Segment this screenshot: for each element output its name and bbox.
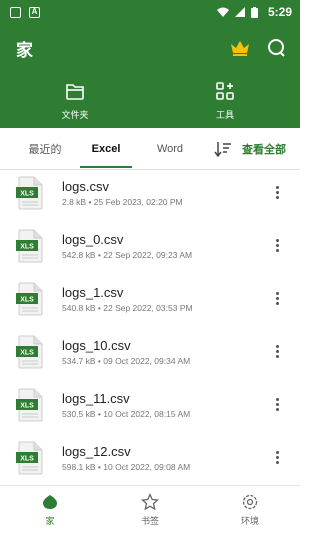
settings-icon <box>242 494 258 509</box>
page-title: 家 <box>16 40 33 60</box>
signal-icon <box>234 7 245 17</box>
xls-file-icon: XLS <box>16 282 43 315</box>
bottom-nav: 家 书签 环境 <box>0 485 300 533</box>
file-icon-label: XLS <box>20 349 34 356</box>
list-item[interactable]: XLS logs.csv 2.8 kB • 25 Feb 2023, 02:20… <box>0 166 300 219</box>
battery-icon <box>250 6 258 18</box>
sort-button[interactable] <box>210 141 236 157</box>
more-options-icon[interactable] <box>272 186 282 199</box>
sort-icon <box>214 141 231 157</box>
list-item[interactable]: XLS logs_0.csv 542.8 kB • 22 Sep 2022, 0… <box>0 219 300 272</box>
list-item[interactable]: XLS logs_1.csv 540.8 kB • 22 Sep 2022, 0… <box>0 272 300 325</box>
file-icon-label: XLS <box>20 455 34 462</box>
header-nav-label: 文件夹 <box>61 110 89 120</box>
status-time: 5:29 <box>267 5 292 19</box>
bottom-nav-home[interactable]: 家 <box>0 486 100 533</box>
xls-file-icon: XLS <box>16 335 43 368</box>
wifi-icon <box>216 7 229 17</box>
more-options-icon[interactable] <box>272 239 282 252</box>
more-options-icon[interactable] <box>272 345 282 358</box>
app-header: A 5:29 家 文件夹 工具 <box>0 0 300 128</box>
home-icon <box>43 494 57 509</box>
status-bar: A 5:29 <box>0 0 300 24</box>
more-options-icon[interactable] <box>272 451 282 464</box>
file-meta: 540.8 kB • 22 Sep 2022, 03:53 PM <box>62 302 193 313</box>
xls-file-icon: XLS <box>16 176 43 209</box>
tab-word[interactable]: Word <box>140 131 200 167</box>
bottom-nav-bookmarks[interactable]: 书签 <box>100 486 200 533</box>
premium-crown-icon[interactable] <box>230 40 250 56</box>
file-meta: 542.8 kB • 22 Sep 2022, 09:23 AM <box>62 249 193 260</box>
file-meta: 534.7 kB • 09 Oct 2022, 09:34 AM <box>62 355 191 366</box>
a-notification-icon: A <box>29 6 40 18</box>
header-nav-label: 工具 <box>215 110 234 120</box>
list-item[interactable]: XLS logs_12.csv 598.1 kB • 10 Oct 2022, … <box>0 431 300 484</box>
xls-file-icon: XLS <box>16 441 43 474</box>
file-icon-label: XLS <box>20 402 34 409</box>
header-nav-tools[interactable]: 工具 <box>150 80 300 121</box>
tools-icon <box>216 82 234 100</box>
file-meta: 598.1 kB • 10 Oct 2022, 09:08 AM <box>62 461 191 472</box>
more-options-icon[interactable] <box>272 292 282 305</box>
search-icon[interactable] <box>266 38 286 58</box>
bottom-nav-label: 环境 <box>240 515 259 526</box>
file-list: XLS logs.csv 2.8 kB • 25 Feb 2023, 02:20… <box>0 166 300 484</box>
file-name: logs_11.csv <box>62 390 130 406</box>
star-icon <box>141 492 159 510</box>
file-name: logs_1.csv <box>62 284 124 300</box>
bottom-nav-label: 书签 <box>140 515 159 526</box>
file-type-tabs: 最近的 Excel Word 查看全部 <box>0 128 300 170</box>
bottom-nav-settings[interactable]: 环境 <box>200 486 300 533</box>
file-icon-label: XLS <box>20 296 34 303</box>
xls-file-icon: XLS <box>16 229 43 262</box>
file-name: logs_0.csv <box>62 231 124 247</box>
file-name: logs_12.csv <box>62 443 131 459</box>
file-icon-label: XLS <box>20 190 34 197</box>
more-options-icon[interactable] <box>272 398 282 411</box>
file-meta: 530.5 kB • 10 Oct 2022, 08:15 AM <box>62 408 191 419</box>
tab-recent[interactable]: 最近的 <box>14 129 76 169</box>
view-all-link[interactable]: 查看全部 <box>242 141 286 157</box>
list-item[interactable]: XLS logs_10.csv 534.7 kB • 09 Oct 2022, … <box>0 325 300 378</box>
file-meta: 2.8 kB • 25 Feb 2023, 02:20 PM <box>62 196 183 207</box>
file-icon-label: XLS <box>20 243 34 250</box>
gallery-notification-icon <box>10 6 21 18</box>
file-name: logs_10.csv <box>62 337 131 353</box>
folder-icon <box>66 84 84 100</box>
tab-excel[interactable]: Excel <box>76 131 136 168</box>
bottom-nav-label: 家 <box>45 515 55 526</box>
xls-file-icon: XLS <box>16 388 43 421</box>
file-name: logs.csv <box>62 178 109 194</box>
header-nav-folders[interactable]: 文件夹 <box>0 80 150 121</box>
list-item[interactable]: XLS logs_11.csv 530.5 kB • 10 Oct 2022, … <box>0 378 300 431</box>
